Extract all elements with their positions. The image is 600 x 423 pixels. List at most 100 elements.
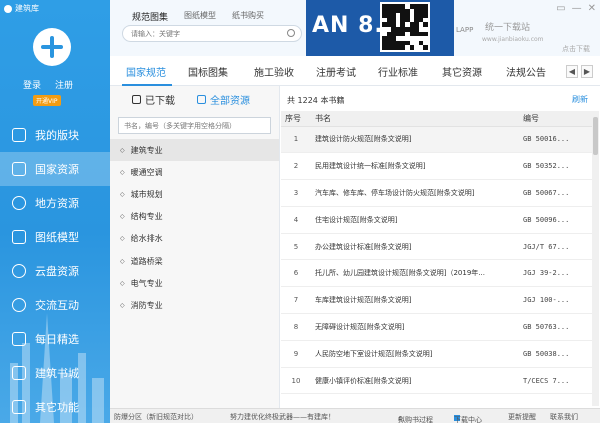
- row-number: 2: [281, 152, 311, 181]
- table-row[interactable]: 7 车库建筑设计规范[附条文说明] JGJ 100-...: [281, 286, 592, 315]
- column-header-code[interactable]: 编号: [519, 111, 592, 127]
- filter-box[interactable]: [118, 117, 271, 134]
- tabs-next-button[interactable]: ▶: [581, 65, 593, 78]
- category-label: 城市规划: [130, 189, 163, 199]
- row-book-name[interactable]: 人民防空地下室设计规范[附条文说明]: [311, 340, 519, 368]
- row-book-name[interactable]: 办公建筑设计标准[附条文说明]: [311, 233, 519, 261]
- row-book-name[interactable]: 建筑设计防火规范[附条文说明]: [311, 126, 519, 154]
- image-icon: [12, 230, 26, 244]
- column-header-name[interactable]: 书名: [311, 111, 519, 127]
- vip-badge[interactable]: 开通VIP: [33, 95, 61, 106]
- bullet-icon: ◇: [120, 257, 125, 265]
- tab-downloaded-label: 已下载: [145, 95, 175, 107]
- row-number: 10: [281, 367, 311, 395]
- header-tab-books[interactable]: 纸书购买: [232, 10, 264, 23]
- header-tab-standards[interactable]: 规范图集: [132, 10, 168, 23]
- status-bar: 防爆分区（新旧规范对比） 努力建优化终极武器——有建库！ 拟购书过程 4 下载中…: [110, 408, 600, 423]
- status-left-link[interactable]: 防爆分区（新旧规范对比）: [114, 412, 198, 422]
- row-book-name[interactable]: 车库建筑设计规范[附条文说明]: [311, 286, 519, 315]
- tab-industry[interactable]: 行业标准: [378, 64, 418, 79]
- filter-input[interactable]: [124, 121, 264, 130]
- row-book-name[interactable]: 托儿所、幼儿园建筑设计规范[附条文说明]（2019年...: [311, 259, 519, 288]
- row-book-name[interactable]: 住宅设计规范[附条文说明]: [311, 206, 519, 234]
- row-book-code: GB 50352...: [519, 152, 592, 181]
- search-icon[interactable]: [287, 29, 295, 37]
- bullet-icon: ◇: [120, 213, 125, 221]
- stack-icon: [12, 162, 26, 176]
- tab-downloaded[interactable]: 已下载: [132, 92, 175, 107]
- category-item[interactable]: ◇ 城市规划: [110, 183, 279, 205]
- tab-all-resources[interactable]: 全部资源: [197, 92, 250, 107]
- row-book-code: T/CECS 7...: [519, 367, 592, 395]
- table-row[interactable]: 2 民用建筑设计统一标准[附条文说明] GB 50352...: [281, 152, 592, 181]
- table-row[interactable]: 9 人民防空地下室设计规范[附条文说明] GB 50038...: [281, 340, 592, 368]
- table-row[interactable]: 1 建筑设计防火规范[附条文说明] GB 50016...: [281, 126, 592, 154]
- window-controls: ▭ — ✕: [556, 3, 596, 14]
- row-book-name[interactable]: 汽车库、修车库、停车场设计防火规范[附条文说明]: [311, 179, 519, 207]
- table-row[interactable]: 10 健康小镇评价标准[附条文说明] T/CECS 7...: [281, 367, 592, 395]
- scrollbar-thumb[interactable]: [593, 117, 598, 155]
- header-tab-models[interactable]: 图纸模型: [184, 10, 216, 23]
- watermark-text: 统一下载站: [485, 23, 531, 33]
- table-row[interactable]: 8 无障碍设计规范[附条文说明] GB 50763...: [281, 313, 592, 341]
- row-number: 5: [281, 233, 311, 261]
- download-icon: [132, 94, 141, 104]
- contact-us-link[interactable]: 联系我们: [550, 412, 578, 422]
- tab-construction[interactable]: 施工验收: [254, 64, 294, 79]
- category-label: 消防专业: [130, 300, 163, 310]
- close-icon[interactable]: ✕: [588, 3, 596, 14]
- sidebar-item-national[interactable]: 国家资源: [0, 152, 110, 186]
- category-item[interactable]: ◇ 建筑专业: [110, 139, 279, 162]
- tab-regulations[interactable]: 法规公告: [506, 64, 546, 79]
- minimize-icon[interactable]: —: [572, 3, 582, 14]
- row-number: 3: [281, 179, 311, 207]
- tab-national-standards[interactable]: 国家规范: [126, 64, 166, 79]
- bullet-icon: ◇: [120, 190, 125, 198]
- category-item[interactable]: ◇ 给水排水: [110, 228, 279, 250]
- layers-icon: [12, 128, 26, 142]
- sidebar-item-label: 图纸模型: [35, 231, 79, 244]
- table-row[interactable]: 6 托儿所、幼儿园建筑设计规范[附条文说明]（2019年... JGJ 39-2..…: [281, 259, 592, 288]
- auth-links: 登录 注册: [23, 78, 73, 91]
- sidebar-item-drawings[interactable]: 图纸模型: [0, 220, 110, 254]
- avatar[interactable]: [33, 28, 71, 66]
- tab-national-atlas[interactable]: 国标图集: [188, 64, 228, 79]
- login-link[interactable]: 登录: [23, 78, 41, 91]
- category-list: ◇ 建筑专业 ◇ 暖通空调 ◇ 城市规划 ◇ 结构专业 ◇ 给水排水 ◇ 道路桥梁 ◇ 电气专…: [110, 139, 279, 317]
- row-book-name[interactable]: 无障碍设计规范[附条文说明]: [311, 313, 519, 341]
- register-link[interactable]: 注册: [55, 78, 73, 91]
- table-row[interactable]: 3 汽车库、修车库、停车场设计防火规范[附条文说明] GB 50067...: [281, 179, 592, 207]
- category-label: 给水排水: [130, 234, 163, 244]
- tab-other[interactable]: 其它资源: [442, 64, 482, 79]
- row-number: 6: [281, 259, 311, 288]
- sidebar-item-label: 我的版块: [35, 129, 79, 142]
- table-row[interactable]: 4 住宅设计规范[附条文说明] GB 50096...: [281, 206, 592, 234]
- list-scrollbar[interactable]: [592, 111, 599, 406]
- sidebar-item-local[interactable]: 地方资源: [0, 186, 110, 220]
- sidebar-item-cloud[interactable]: 云盘资源: [0, 254, 110, 288]
- row-book-name[interactable]: 民用建筑设计统一标准[附条文说明]: [311, 152, 519, 181]
- tabs-prev-button[interactable]: ◀: [566, 65, 578, 78]
- table-row[interactable]: 5 办公建筑设计标准[附条文说明] JGJ/T 67...: [281, 233, 592, 261]
- status-slogan: 努力建优化终极武器——有建库！: [230, 413, 335, 421]
- row-book-code: GB 50763...: [519, 313, 592, 341]
- category-item[interactable]: ◇ 消防专业: [110, 294, 279, 316]
- app-logo-icon: [4, 4, 12, 13]
- row-book-name[interactable]: 健康小镇评价标准[附条文说明]: [311, 367, 519, 395]
- download-link[interactable]: 点击下载: [562, 44, 590, 54]
- tab-exams[interactable]: 注册考试: [316, 64, 356, 79]
- category-item[interactable]: ◇ 结构专业: [110, 206, 279, 228]
- promo-banner[interactable]: AN 8.0: [306, 0, 454, 56]
- category-item[interactable]: ◇ 道路桥梁: [110, 250, 279, 272]
- sidebar-item-label: 云盘资源: [35, 265, 79, 278]
- sidebar-item-my-sections[interactable]: 我的版块: [0, 118, 110, 152]
- update-reminder-link[interactable]: 更新提醒: [508, 412, 536, 422]
- search-box[interactable]: [122, 25, 302, 42]
- folder-icon: [197, 94, 206, 104]
- maximize-icon[interactable]: ▭: [556, 3, 565, 14]
- column-header-no[interactable]: 序号: [281, 111, 311, 127]
- category-item[interactable]: ◇ 暖通空调: [110, 161, 279, 183]
- refresh-button[interactable]: 刷新: [572, 94, 588, 105]
- category-item[interactable]: ◇ 电气专业: [110, 272, 279, 294]
- search-input[interactable]: [131, 29, 281, 38]
